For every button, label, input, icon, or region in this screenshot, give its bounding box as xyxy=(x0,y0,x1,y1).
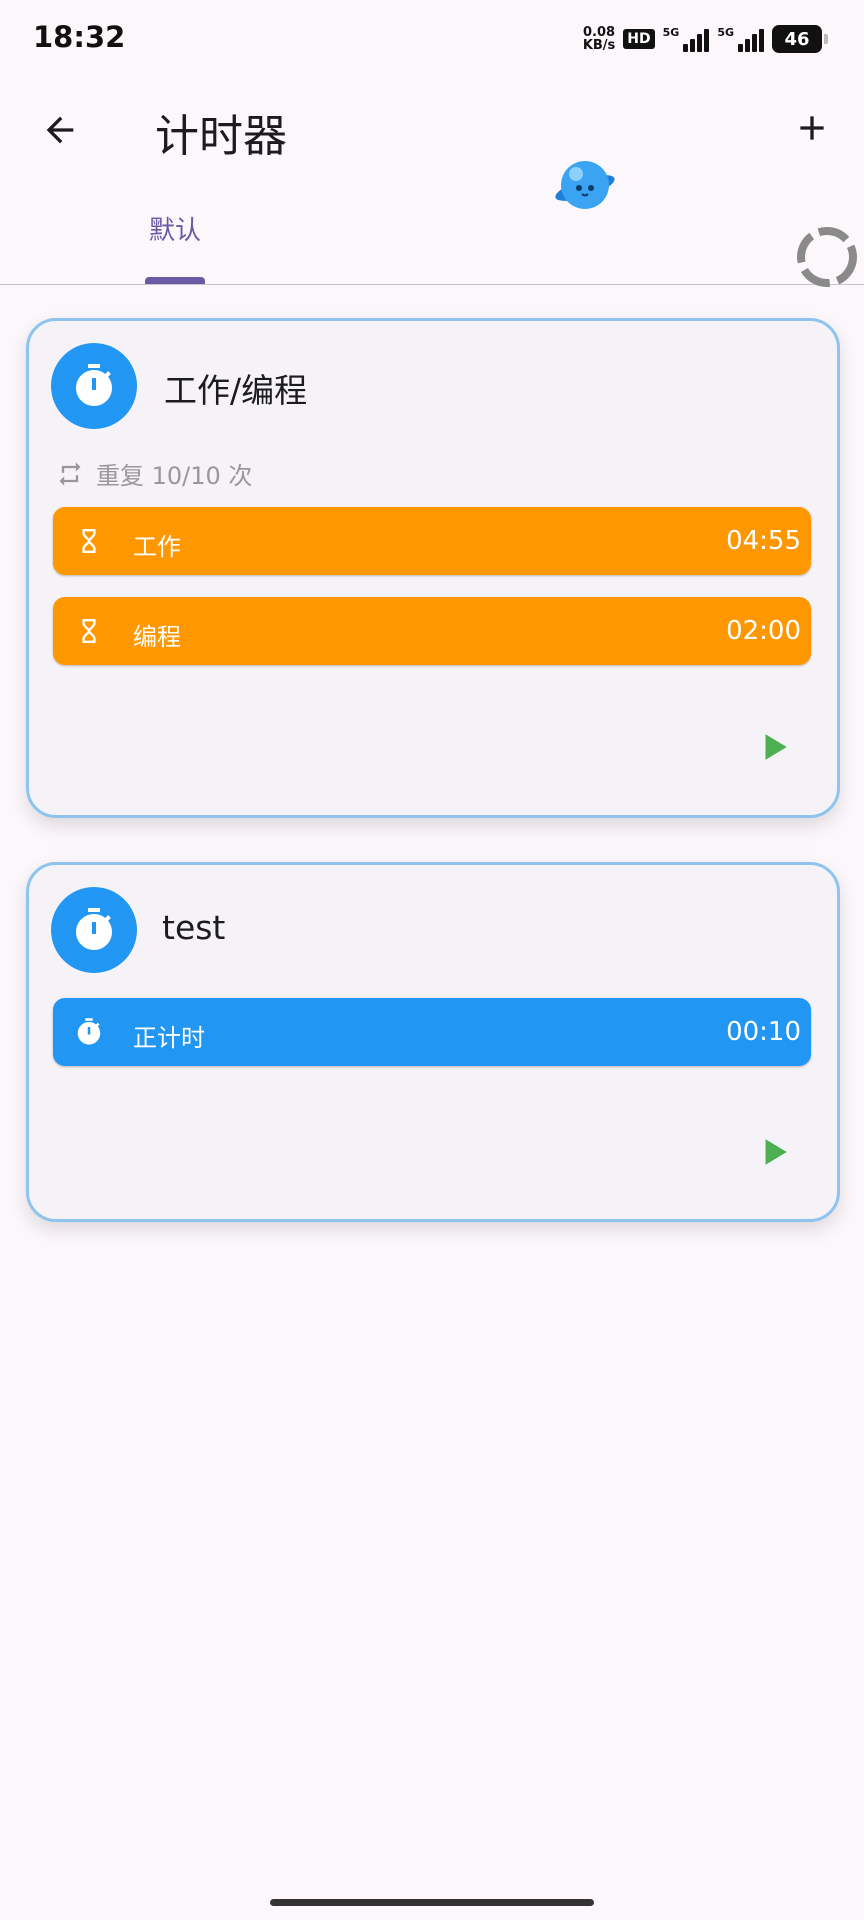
signal-icon: 5G xyxy=(717,26,764,52)
play-button[interactable] xyxy=(749,722,799,772)
hourglass-icon xyxy=(73,525,105,557)
card-title: test xyxy=(162,908,226,947)
stopwatch-icon xyxy=(51,343,137,429)
step-label: 正计时 xyxy=(133,1024,205,1052)
play-icon xyxy=(765,1139,787,1165)
hd-voice-icon: HD xyxy=(623,29,655,49)
repeat-text: 重复 10/10 次 xyxy=(96,462,253,490)
timer-card[interactable]: 工作/编程 重复 10/10 次 工作 04:55 编程 02:00 xyxy=(26,318,840,818)
status-icons: 0.08 KB/s HD 5G 5G 46 xyxy=(583,22,828,56)
timer-step[interactable]: 编程 02:00 xyxy=(53,597,811,665)
tab-bar: 默认 xyxy=(0,200,864,285)
arrow-back-icon xyxy=(46,116,74,144)
hourglass-icon xyxy=(73,615,105,647)
timer-card[interactable]: test 正计时 00:10 xyxy=(26,862,840,1222)
tab-default[interactable]: 默认 xyxy=(145,210,205,247)
repeat-icon xyxy=(59,461,81,486)
status-time: 18:32 xyxy=(33,20,126,54)
card-title: 工作/编程 xyxy=(164,371,308,410)
step-time: 04:55 xyxy=(726,526,801,556)
back-button[interactable] xyxy=(34,104,86,156)
stopwatch-icon xyxy=(51,887,137,973)
home-indicator[interactable] xyxy=(270,1899,594,1906)
battery-icon: 46 xyxy=(772,25,828,53)
network-speed: 0.08 KB/s xyxy=(582,25,616,53)
add-timer-button[interactable] xyxy=(786,102,838,154)
tab-indicator xyxy=(145,277,205,284)
step-time: 02:00 xyxy=(726,616,801,646)
step-label: 编程 xyxy=(133,623,181,651)
stopwatch-icon xyxy=(73,1016,105,1048)
step-label: 工作 xyxy=(133,533,181,561)
timer-step[interactable]: 正计时 00:10 xyxy=(53,998,811,1066)
play-icon xyxy=(765,734,787,760)
timer-step[interactable]: 工作 04:55 xyxy=(53,507,811,575)
step-time: 00:10 xyxy=(726,1017,801,1047)
page-title: 计时器 xyxy=(155,111,287,162)
plus-icon xyxy=(800,116,824,140)
repeat-info: 重复 10/10 次 xyxy=(56,456,252,491)
status-bar: 18:32 0.08 KB/s HD 5G 5G 46 xyxy=(0,0,864,80)
loading-spinner-icon xyxy=(797,227,857,287)
signal-icon: 5G xyxy=(663,26,710,52)
play-button[interactable] xyxy=(749,1127,799,1177)
